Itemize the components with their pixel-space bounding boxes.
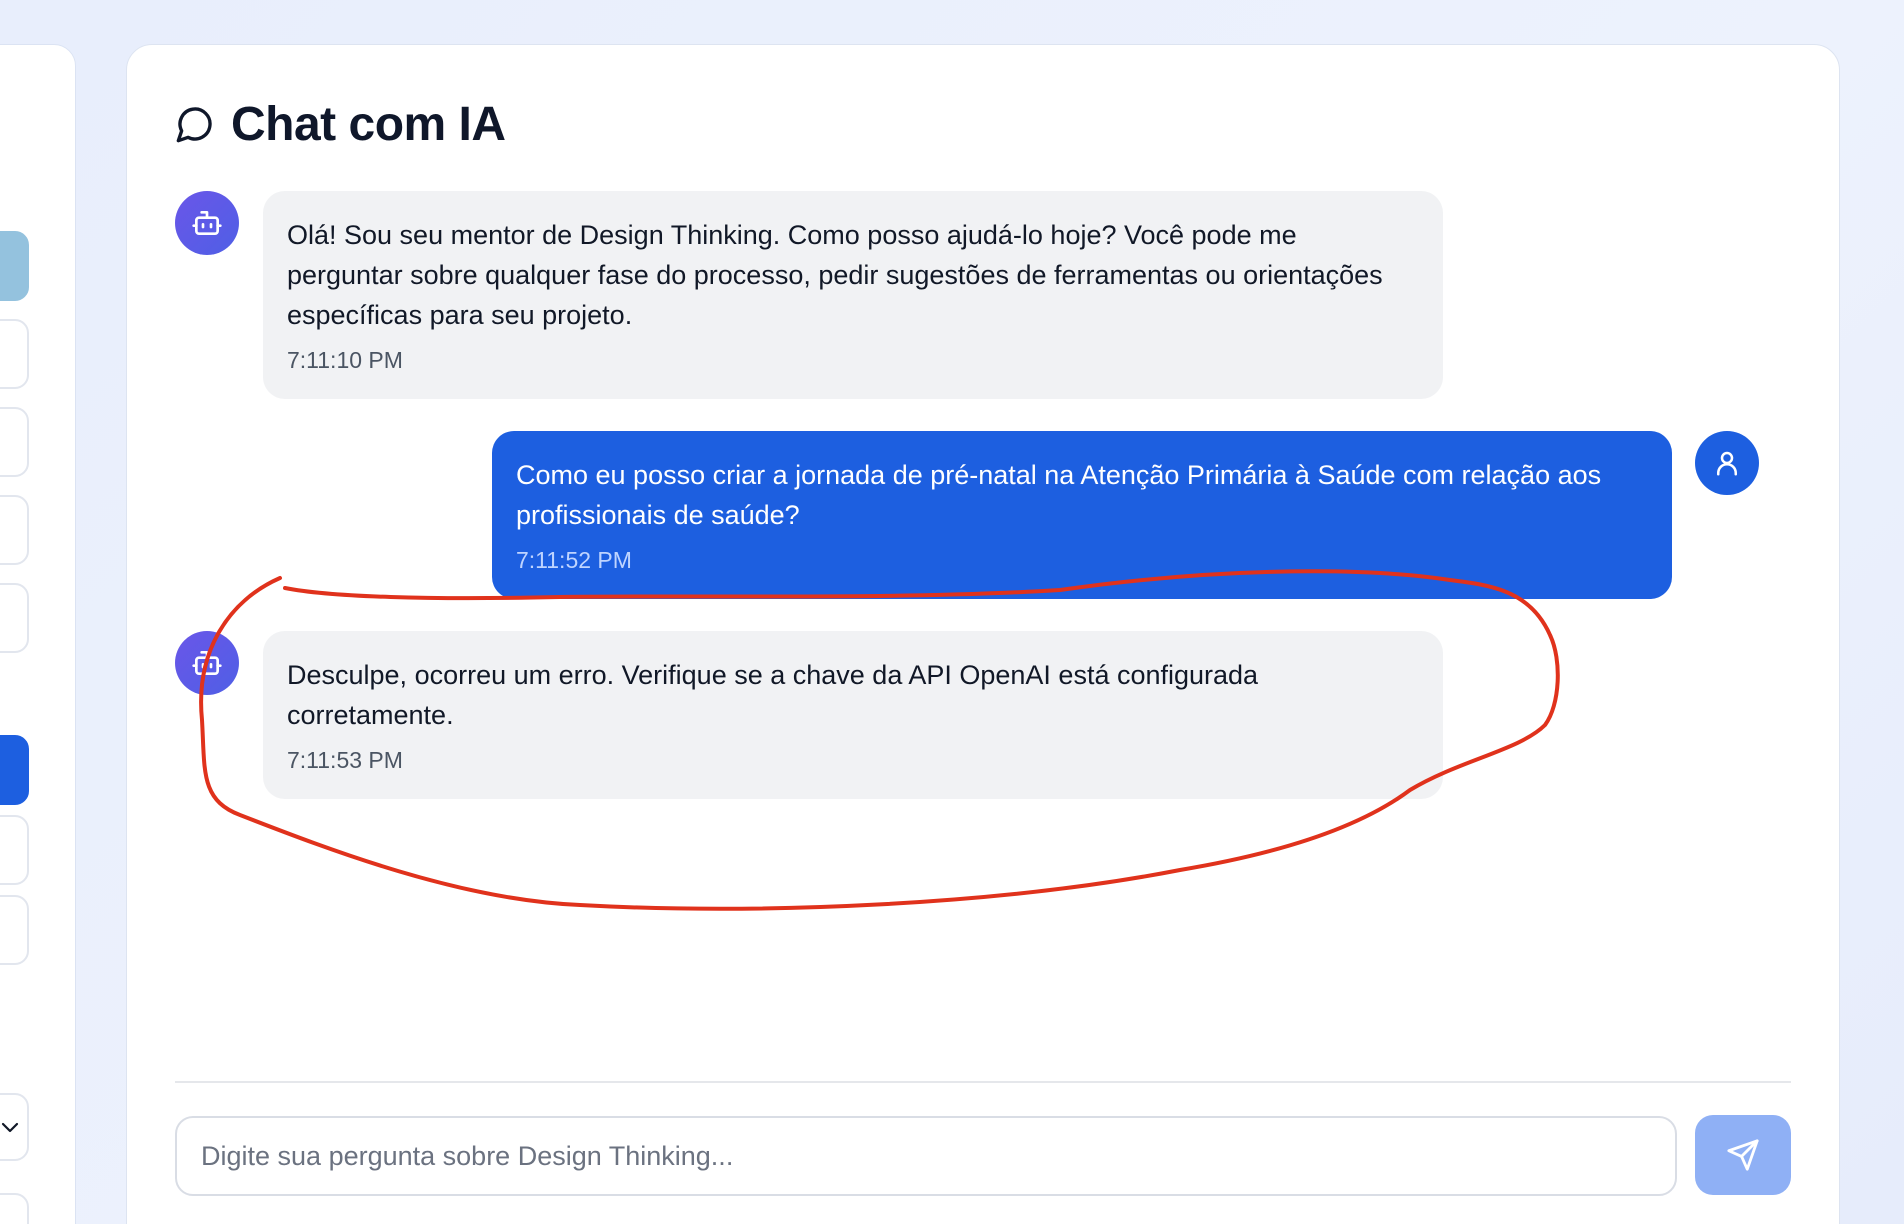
bot-icon [192,211,222,235]
message-bubble-bot: Olá! Sou seu mentor de Design Thinking. … [263,191,1443,399]
message-timestamp: 7:11:53 PM [287,747,403,773]
user-icon [1717,451,1737,476]
bot-icon [192,651,222,675]
message-timestamp: 7:11:52 PM [516,547,632,573]
page-title: Chat com IA [231,97,506,151]
sidebar-item-3[interactable] [0,407,29,477]
sidebar-item-8[interactable] [0,895,29,965]
composer-divider [175,1081,1791,1083]
chat-header: Chat com IA [175,89,506,159]
message-circle-icon [176,107,212,143]
send-button[interactable] [1695,1115,1791,1195]
chat-input[interactable] [175,1116,1677,1196]
bot-avatar [175,191,239,255]
message-bubble-user: Como eu posso criar a jornada de pré-nat… [492,431,1672,599]
sidebar-item-9[interactable] [0,1193,29,1224]
message-text: Desculpe, ocorreu um erro. Verifique se … [287,660,1259,730]
chevron-down-icon [1,1122,19,1133]
sidebar-item-4[interactable] [0,495,29,565]
message-timestamp: 7:11:10 PM [287,347,403,373]
chat-panel: Chat com IA Olá! Sou seu mentor de Desig… [126,44,1840,1224]
sidebar-select[interactable] [0,1093,29,1161]
send-icon [1727,1139,1759,1171]
message-bubble-bot-error: Desculpe, ocorreu um erro. Verifique se … [263,631,1443,799]
user-avatar [1695,431,1759,495]
sidebar-item-5[interactable] [0,583,29,653]
message-text: Olá! Sou seu mentor de Design Thinking. … [287,220,1383,330]
bot-avatar [175,631,239,695]
sidebar-item-chat[interactable] [0,735,29,805]
message-text: Como eu posso criar a jornada de pré-nat… [516,460,1602,530]
sidebar-item-7[interactable] [0,815,29,885]
sidebar-item-2[interactable] [0,319,29,389]
sidebar-item-1[interactable] [0,231,29,301]
sidebar [0,44,76,1224]
